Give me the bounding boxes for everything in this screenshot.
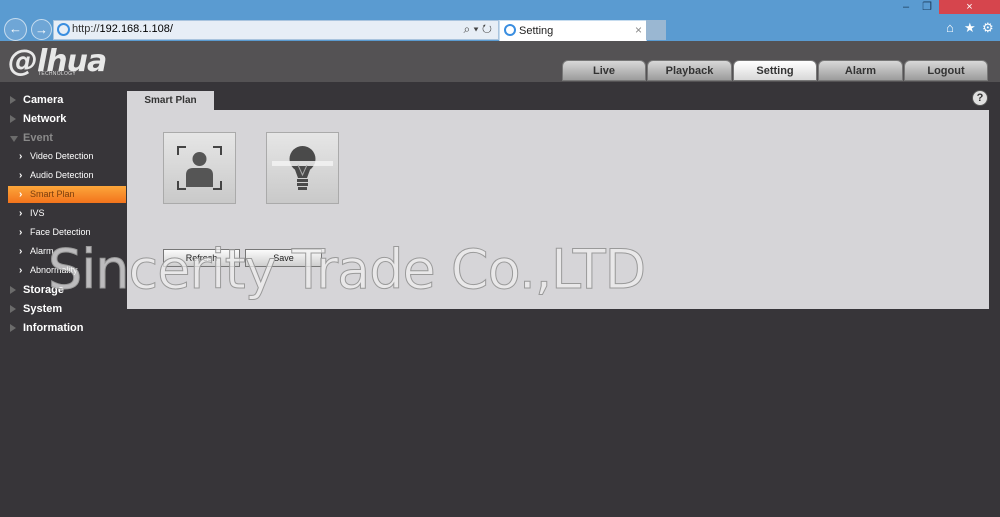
sidebar-item-camera[interactable]: Camera (0, 91, 126, 109)
expand-arrow-icon (10, 324, 16, 332)
chevron-right-icon: › (19, 151, 23, 162)
sidebar-subitem-smart-plan[interactable]: › Smart Plan (8, 186, 126, 203)
ie-icon (57, 23, 70, 36)
sidebar-label: Information (23, 322, 84, 334)
chevron-right-icon: › (19, 208, 23, 219)
tab-close-icon[interactable]: × (635, 23, 642, 37)
restore-icon[interactable]: ❐ (916, 0, 938, 14)
address-bar[interactable]: http://192.168.1.108/ ⌕ ▾ ↻ (53, 20, 499, 40)
help-icon[interactable]: ? (972, 90, 988, 106)
face-frame-icon (177, 146, 222, 190)
close-window-icon[interactable]: × (939, 0, 1000, 14)
tab-title: Setting (519, 25, 554, 37)
sidebar-item-event[interactable]: Event (0, 129, 126, 147)
home-icon[interactable]: ⌂ (946, 20, 954, 35)
nav-alarm[interactable]: Alarm (818, 60, 903, 81)
sidebar-subitem-audio-detection[interactable]: › Audio Detection (8, 167, 126, 184)
chevron-right-icon: › (19, 170, 23, 181)
forward-button[interactable]: → (31, 19, 52, 40)
expand-arrow-icon (10, 115, 16, 123)
sidebar-label: Audio Detection (30, 170, 94, 180)
nav-setting[interactable]: Setting (733, 60, 817, 81)
chevron-right-icon: › (19, 265, 23, 276)
expand-arrow-icon (10, 286, 16, 294)
chevron-right-icon: › (19, 246, 23, 257)
sidebar-subitem-ivs[interactable]: › IVS (8, 205, 126, 222)
sidebar-label: Network (23, 113, 67, 125)
nav-live[interactable]: Live (562, 60, 646, 81)
sidebar-label: Camera (23, 94, 64, 106)
nav-playback[interactable]: Playback (647, 60, 732, 81)
collapse-arrow-icon (10, 136, 18, 142)
sidebar-label: Smart Plan (30, 189, 75, 199)
tab-smart-plan[interactable]: Smart Plan (127, 91, 214, 111)
browser-tab-setting[interactable]: Setting × (499, 20, 647, 41)
chevron-right-icon: › (19, 189, 23, 200)
sidebar-subitem-video-detection[interactable]: › Video Detection (8, 148, 126, 165)
expand-arrow-icon (10, 96, 16, 104)
ivs-plan-button[interactable] (266, 132, 339, 204)
sidebar-item-information[interactable]: Information (0, 319, 126, 337)
sidebar-item-network[interactable]: Network (0, 110, 126, 128)
browser-toolbar: ← → http://192.168.1.108/ ⌕ ▾ ↻ Setting … (0, 0, 1000, 41)
nav-logout[interactable]: Logout (904, 60, 988, 81)
star-icon[interactable]: ★ (964, 20, 976, 36)
back-button[interactable]: ← (4, 18, 27, 41)
search-refresh-icons[interactable]: ⌕ ▾ ↻ (463, 22, 492, 37)
face-detection-plan-button[interactable] (163, 132, 236, 204)
expand-arrow-icon (10, 305, 16, 313)
watermark-text: Sincerity Trade Co.,LTD (47, 238, 646, 302)
lightbulb-icon (272, 146, 333, 190)
chevron-right-icon: › (19, 227, 23, 238)
address-url: http://192.168.1.108/ (72, 23, 173, 35)
sidebar-label: System (23, 303, 63, 315)
sidebar-item-system[interactable]: System (0, 300, 126, 318)
ie-icon (504, 24, 516, 36)
sidebar-label: IVS (30, 208, 45, 218)
gear-icon[interactable]: ⚙ (982, 20, 994, 36)
logo-subtitle: TECHNOLOGY (38, 71, 77, 77)
new-tab-button[interactable] (646, 20, 666, 40)
minimize-icon[interactable]: – (896, 0, 916, 14)
sidebar-label: Event (23, 132, 53, 144)
sidebar-label: Video Detection (30, 151, 94, 161)
